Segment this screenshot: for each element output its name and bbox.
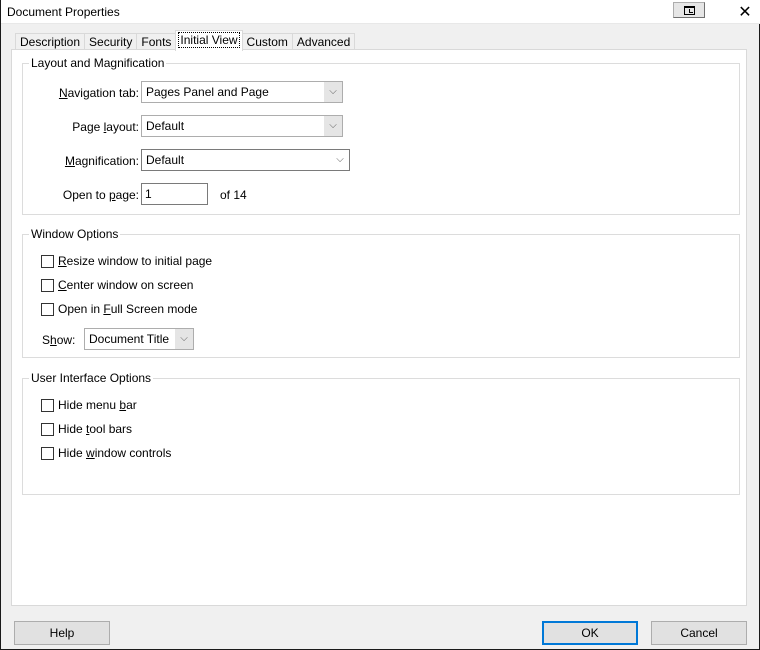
navigation-tab-select[interactable]: Pages Panel and Page ⌵	[141, 81, 343, 103]
page-count-text: of 14	[220, 188, 247, 202]
hide-tool-bars-checkbox[interactable]: Hide tool bars	[41, 422, 132, 436]
page-layout-value: Default	[146, 119, 185, 133]
tab-label: Initial View	[178, 32, 240, 48]
checkbox-label: Open in Full Screen mode	[58, 302, 198, 316]
help-button[interactable]: Help	[14, 621, 110, 645]
user-interface-options-group: User Interface Options Hide menu bar Hid…	[22, 371, 740, 495]
checkbox-box[interactable]	[41, 446, 54, 460]
checkbox-box[interactable]	[41, 398, 54, 412]
chevron-down-icon: ⌵	[175, 329, 193, 349]
hide-menu-bar-checkbox[interactable]: Hide menu bar	[41, 398, 137, 412]
checkbox-box[interactable]	[41, 302, 54, 316]
restore-window-button[interactable]	[673, 2, 705, 18]
ok-button-label: OK	[581, 626, 599, 640]
restore-window-icon	[683, 5, 695, 15]
tab-label: Security	[89, 35, 133, 49]
tab-label: Advanced	[296, 35, 351, 49]
tab-label: Custom	[246, 35, 288, 49]
document-properties-dialog: Document Properties ✕ Description Securi…	[0, 0, 760, 650]
show-label: Show:	[42, 333, 76, 347]
checkbox-label: Hide window controls	[58, 446, 172, 460]
page-layout-label: Page layout:	[72, 120, 139, 134]
checkbox-label: Hide tool bars	[58, 422, 133, 436]
tab-initial-view[interactable]: Initial View	[175, 30, 243, 51]
open-to-page-input[interactable]: 1	[141, 183, 208, 205]
close-icon: ✕	[738, 4, 752, 21]
navigation-tab-label: Navigation tab:	[58, 86, 139, 100]
checkbox-box[interactable]	[41, 278, 54, 292]
tab-label: Fonts	[141, 35, 172, 49]
checkbox-box[interactable]	[41, 254, 54, 268]
checkbox-label: Hide menu bar	[58, 398, 137, 412]
page-layout-select[interactable]: Default ⌵	[141, 115, 343, 137]
title-bar: Document Properties ✕	[1, 0, 760, 24]
open-to-page-label: Open to page:	[62, 188, 139, 202]
magnification-value: Default	[146, 153, 185, 167]
resize-window-checkbox[interactable]: Resize window to initial page	[41, 254, 212, 268]
show-select[interactable]: Document Title ⌵	[84, 328, 194, 350]
tab-label: Description	[20, 35, 81, 49]
chevron-down-icon: ⌵	[324, 116, 342, 136]
chevron-down-icon: ⌵	[336, 154, 344, 165]
close-button[interactable]: ✕	[731, 2, 759, 22]
cancel-button-label: Cancel	[680, 626, 718, 640]
center-window-checkbox[interactable]: Center window on screen	[41, 278, 193, 292]
full-screen-checkbox[interactable]: Open in Full Screen mode	[41, 302, 197, 316]
group-title: Window Options	[29, 227, 121, 241]
initial-view-panel: Layout and Magnification Navigation tab:…	[11, 49, 747, 606]
magnification-label: Magnification:	[64, 154, 139, 168]
group-title: Layout and Magnification	[29, 56, 167, 70]
chevron-down-icon: ⌵	[324, 82, 342, 102]
dialog-title: Document Properties	[7, 5, 120, 19]
checkbox-box[interactable]	[41, 422, 54, 436]
open-to-page-value: 1	[145, 187, 152, 201]
help-button-label: Help	[49, 626, 75, 640]
checkbox-label: Center window on screen	[58, 278, 194, 292]
navigation-tab-value: Pages Panel and Page	[146, 85, 269, 99]
hide-window-controls-checkbox[interactable]: Hide window controls	[41, 446, 171, 460]
window-options-group: Window Options Resize window to initial …	[22, 227, 740, 358]
tab-bar: Description Security Fonts Initial View …	[15, 30, 356, 51]
layout-magnification-group: Layout and Magnification Navigation tab:…	[22, 56, 740, 215]
cancel-button[interactable]: Cancel	[651, 621, 747, 645]
checkbox-label: Resize window to initial page	[58, 254, 213, 268]
magnification-select[interactable]: Default ⌵	[141, 149, 350, 171]
group-title: User Interface Options	[29, 371, 154, 385]
ok-button[interactable]: OK	[542, 621, 638, 645]
show-value: Document Title	[89, 332, 170, 346]
